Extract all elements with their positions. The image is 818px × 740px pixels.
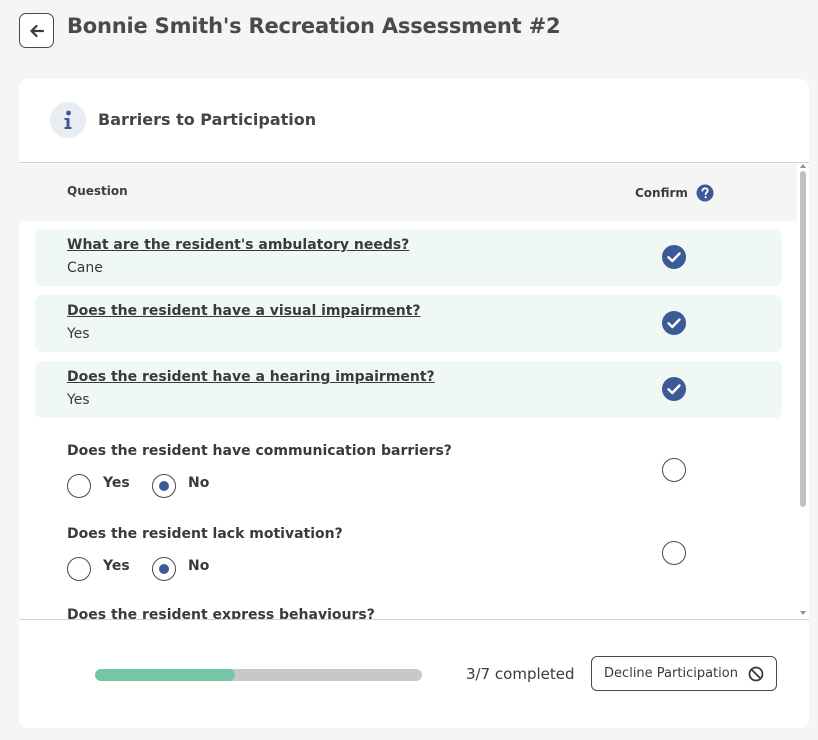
question-row-visual: Does the resident have a visual impairme… bbox=[35, 295, 782, 352]
column-header-confirm-label: Confirm bbox=[635, 186, 688, 200]
info-icon bbox=[50, 102, 86, 138]
radio-button[interactable] bbox=[67, 474, 91, 498]
radio-label: Yes bbox=[103, 475, 130, 491]
question-row-communication: Does the resident have communication bar… bbox=[35, 443, 782, 523]
scroll-down-arrow-icon[interactable] bbox=[800, 611, 806, 615]
radio-option-no[interactable]: No bbox=[152, 557, 209, 581]
section-header: Barriers to Participation bbox=[19, 79, 809, 163]
decline-participation-button[interactable]: Decline Participation bbox=[591, 656, 777, 691]
question-text: Does the resident express behaviours? bbox=[67, 607, 375, 619]
question-link[interactable]: What are the resident's ambulatory needs… bbox=[67, 237, 409, 253]
scrollbar[interactable] bbox=[797, 163, 809, 619]
radio-button-selected[interactable] bbox=[152, 557, 176, 581]
arrow-left-icon bbox=[29, 24, 44, 37]
progress-text: 3/7 completed bbox=[466, 665, 575, 683]
radio-button[interactable] bbox=[67, 557, 91, 581]
scroll-up-arrow-icon[interactable] bbox=[800, 164, 806, 168]
column-header-question: Question bbox=[67, 184, 128, 198]
decline-button-label: Decline Participation bbox=[604, 666, 738, 681]
radio-option-yes[interactable]: Yes bbox=[67, 474, 130, 498]
check-circle-icon[interactable] bbox=[662, 245, 686, 269]
question-text: Does the resident lack motivation? bbox=[67, 526, 343, 542]
question-answer: Cane bbox=[67, 260, 103, 276]
radio-label: No bbox=[188, 558, 210, 574]
question-answer: Yes bbox=[67, 326, 90, 342]
check-circle-icon[interactable] bbox=[662, 311, 686, 335]
radio-label: No bbox=[188, 475, 210, 491]
section-title: Barriers to Participation bbox=[98, 110, 317, 129]
ban-icon bbox=[748, 666, 764, 681]
question-list[interactable]: Question Confirm What are the resident's… bbox=[19, 163, 809, 619]
question-text: Does the resident have communication bar… bbox=[67, 443, 452, 459]
question-row-hearing: Does the resident have a hearing impairm… bbox=[35, 361, 782, 418]
card-footer: 3/7 completed Decline Participation bbox=[19, 619, 809, 728]
question-link[interactable]: Does the resident have a hearing impairm… bbox=[67, 369, 435, 385]
question-circle-icon[interactable] bbox=[696, 184, 714, 202]
question-link[interactable]: Does the resident have a visual impairme… bbox=[67, 303, 421, 319]
page-title: Bonnie Smith's Recreation Assessment #2 bbox=[67, 14, 561, 38]
column-header-confirm: Confirm bbox=[635, 184, 714, 202]
confirm-toggle[interactable] bbox=[662, 541, 686, 565]
radio-button-selected[interactable] bbox=[152, 474, 176, 498]
back-button[interactable] bbox=[19, 13, 54, 48]
question-row-ambulatory: What are the resident's ambulatory needs… bbox=[35, 229, 782, 286]
question-row-motivation: Does the resident lack motivation? Yes N… bbox=[35, 526, 782, 606]
check-circle-icon[interactable] bbox=[662, 377, 686, 401]
progress-fill bbox=[95, 669, 236, 681]
confirm-toggle[interactable] bbox=[662, 458, 686, 482]
radio-option-no[interactable]: No bbox=[152, 474, 209, 498]
question-row-behaviours: Does the resident express behaviours? bbox=[35, 607, 782, 619]
assessment-card: Barriers to Participation Question Confi… bbox=[19, 79, 809, 728]
question-answer: Yes bbox=[67, 392, 90, 408]
radio-option-yes[interactable]: Yes bbox=[67, 557, 130, 581]
radio-label: Yes bbox=[103, 558, 130, 574]
table-header: Question Confirm bbox=[19, 163, 797, 221]
progress-bar bbox=[95, 669, 422, 681]
scrollbar-thumb[interactable] bbox=[800, 171, 806, 507]
